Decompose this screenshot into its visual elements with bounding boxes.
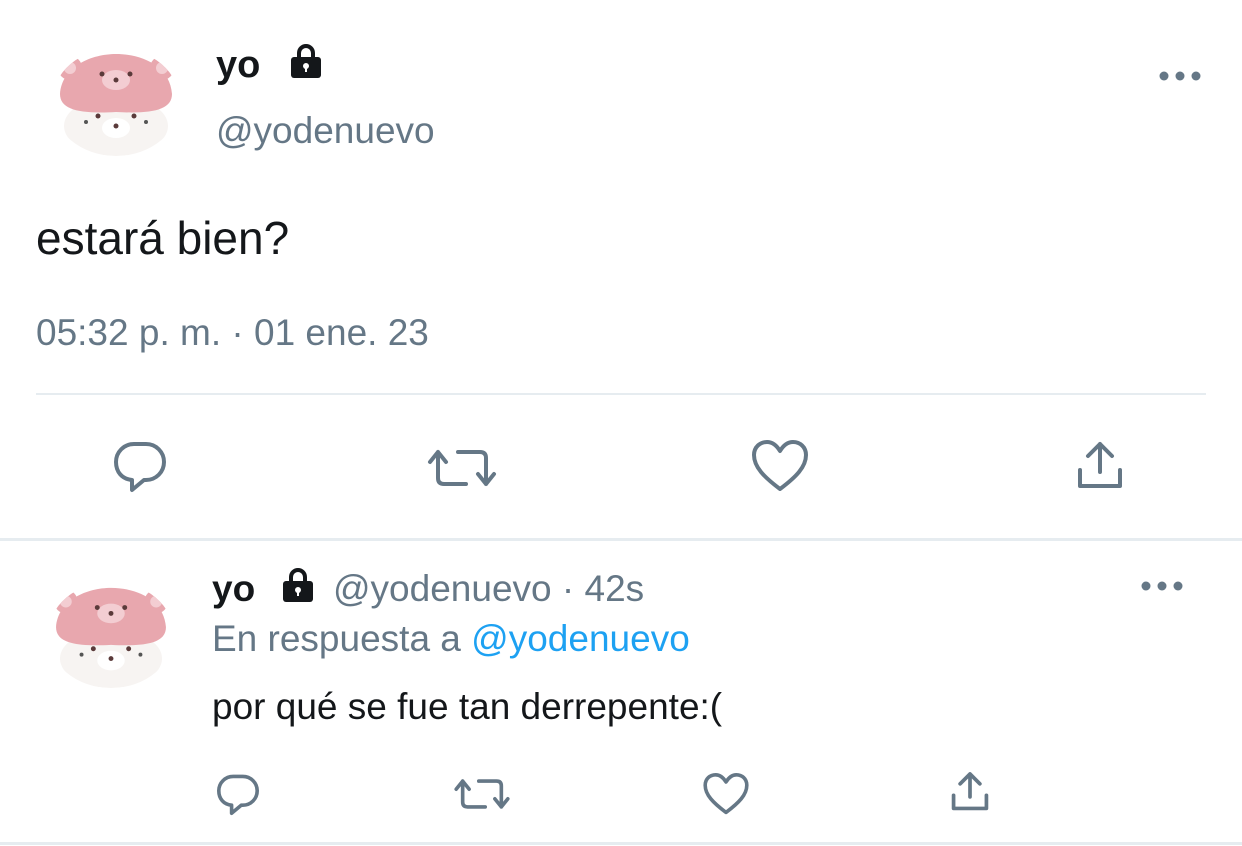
main-reply-button[interactable] xyxy=(108,436,172,496)
reply-like-button[interactable] xyxy=(700,768,752,820)
reply-retweet-button[interactable] xyxy=(452,770,512,818)
pink-bear-hat-avatar-icon xyxy=(58,54,174,156)
lock-icon xyxy=(278,568,318,604)
share-icon xyxy=(951,772,989,811)
main-tweet-timestamp[interactable]: 05:32 p. m. · 01 ene. 23 xyxy=(36,310,429,356)
reply-reply-button[interactable] xyxy=(212,768,264,820)
in-reply-to-mention[interactable]: @yodenuevo xyxy=(471,618,690,659)
in-reply-to-prefix: En respuesta a xyxy=(212,618,461,659)
main-avatar[interactable] xyxy=(52,48,180,156)
meta-separator: · xyxy=(561,568,575,609)
main-share-button[interactable] xyxy=(1068,436,1132,496)
divider xyxy=(36,393,1206,395)
reply-icon xyxy=(114,442,166,492)
more-dots-icon[interactable] xyxy=(1138,570,1186,602)
main-display-name[interactable]: yo xyxy=(216,42,260,88)
like-icon xyxy=(752,440,808,491)
in-reply-to: En respuesta a @yodenuevo xyxy=(212,616,690,662)
bottom-divider xyxy=(0,842,1242,845)
retweet-icon xyxy=(428,450,496,486)
reply-meta: @yodenuevo · 42s xyxy=(333,566,644,612)
reply-age[interactable]: 42s xyxy=(585,568,645,609)
reply-avatar[interactable] xyxy=(48,582,174,688)
share-icon xyxy=(1078,442,1122,488)
retweet-icon xyxy=(454,779,510,809)
reply-share-button[interactable] xyxy=(944,766,996,818)
main-tweet-text: estará bien? xyxy=(36,212,290,264)
reply-icon xyxy=(217,774,259,815)
lock-icon xyxy=(286,44,326,80)
main-handle[interactable]: @yodenuevo xyxy=(216,108,435,154)
main-retweet-button[interactable] xyxy=(426,440,498,496)
divider xyxy=(0,538,1242,541)
main-like-button[interactable] xyxy=(748,436,812,496)
more-dots-icon[interactable] xyxy=(1156,60,1204,92)
reply-handle[interactable]: @yodenuevo xyxy=(333,568,552,609)
pink-bear-hat-avatar-icon xyxy=(54,587,168,688)
reply-display-name[interactable]: yo xyxy=(212,566,255,612)
reply-tweet-text: por qué se fue tan derrepente:( xyxy=(212,686,723,727)
like-icon xyxy=(703,773,749,815)
